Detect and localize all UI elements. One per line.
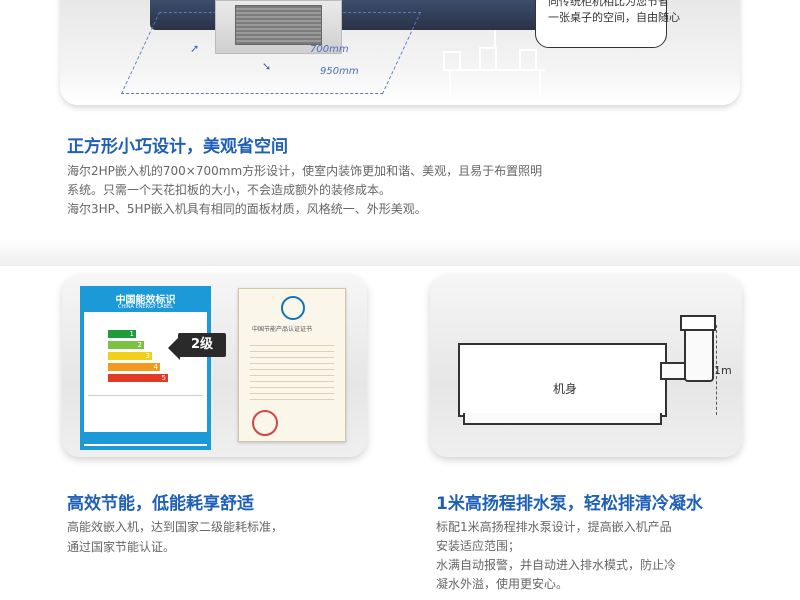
energy-text-line-1: 高能效嵌入机，达到国家二级能耗标准，: [67, 520, 284, 534]
section-heading-pump: 1米高扬程排水泵，轻松排清冷凝水: [436, 494, 703, 514]
machine-base-diagram: [463, 413, 662, 425]
height-measure-label: 1m: [714, 364, 732, 377]
pipe-cap-diagram: [680, 315, 716, 331]
energy-label-footer: [84, 432, 207, 444]
energy-bar-2: 2: [108, 341, 144, 349]
arrow-down-icon: ➘: [262, 60, 272, 73]
certification-logo-icon: [281, 296, 305, 320]
table-sketch-icon: [443, 30, 545, 96]
design-text-line-3: 海尔3HP、5HP嵌入机具有相同的面板材质，风格统一、外形美观。: [67, 202, 427, 216]
design-text-line-1: 海尔2HP嵌入机的700×700mm方形设计，使室内装饰更加和谐、美观，且易于布…: [67, 164, 543, 178]
section-heading-design: 正方形小巧设计，美观省空间: [67, 137, 288, 157]
energy-bar-4: 4: [108, 363, 160, 371]
energy-bar-5: 5: [108, 374, 168, 382]
dimension-inner-label: 700mm: [310, 44, 349, 55]
energy-label-subtitle: CHINA ENERGY LABEL: [118, 304, 173, 310]
dimension-outer-label: 950mm: [320, 66, 359, 77]
energy-bar-1: 1: [108, 330, 136, 338]
pump-text-line-4: 凝水外溢，使用更安心。: [436, 577, 569, 591]
certificate-title: 中国节能产品认证证书: [252, 326, 313, 333]
design-text-line-2: 系统。只需一个天花扣板的大小，不会造成额外的装修成本。: [67, 183, 392, 197]
pump-text-line-2: 安装适应范围；: [436, 539, 521, 553]
bubble-line-1: 同传统柜机相比为您节省: [548, 0, 669, 8]
section-heading-energy: 高效节能，低能耗享舒适: [67, 494, 254, 514]
energy-label-divider: [88, 395, 203, 416]
red-seal-icon: [252, 410, 278, 436]
pump-text-line-1: 标配1米高扬程排水泵设计，提高嵌入机产品: [436, 520, 672, 534]
ac-grill-image: [235, 5, 322, 45]
bubble-line-2: 一张桌子的空间，自由随心: [548, 11, 680, 24]
certificate-text-block: [250, 340, 334, 402]
energy-text-line-2: 通过国家节能认证。: [67, 540, 176, 554]
machine-label: 机身: [553, 382, 578, 396]
energy-grade-badge: 2级: [178, 333, 226, 357]
energy-bar-3: 3: [108, 352, 152, 360]
arrow-up-icon: ➚: [190, 42, 200, 55]
pump-text-line-3: 水满自动报警，并自动进入排水模式，防止冷: [436, 558, 677, 572]
section-divider: [0, 238, 800, 266]
